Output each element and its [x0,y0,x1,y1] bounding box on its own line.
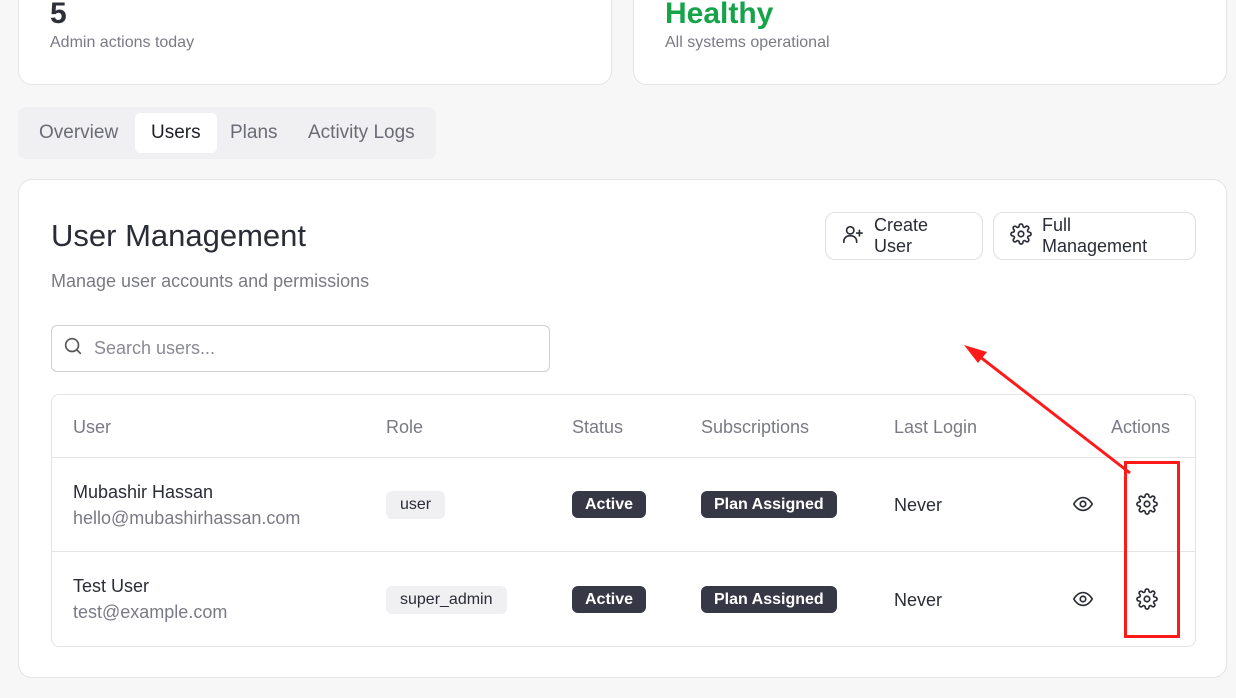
full-management-button[interactable]: Full Management [993,212,1196,260]
column-header-actions: Actions [1111,417,1171,437]
tab-plans[interactable]: Plans [214,113,294,153]
users-table: User Role Status Subscriptions Last Logi… [51,394,1196,647]
status-badge: Active [572,586,647,613]
search-icon [62,335,84,362]
create-user-label: Create User [874,215,929,256]
table-row: Mubashir Hassan hello@mubashirhassan.com… [52,458,1195,552]
column-header-last-login: Last Login [894,417,978,437]
stat-value: 5 [50,0,67,30]
stat-label: Admin actions today [50,34,195,51]
stat-label: All systems operational [665,34,830,51]
annotation-highlight-box [1124,461,1180,638]
eye-icon[interactable] [1072,588,1096,612]
column-header-role: Role [386,417,424,437]
eye-icon[interactable] [1072,493,1096,517]
gear-icon [1010,222,1032,250]
tab-overview[interactable]: Overview [23,113,134,153]
search-input[interactable] [94,338,534,359]
create-user-button[interactable]: Create User [825,212,983,260]
page-subtitle: Manage user accounts and permissions [51,271,370,291]
status-badge: Active [572,491,647,518]
stat-card-admin-actions: 5 Admin actions today [18,0,612,85]
user-name: Mubashir Hassan [73,482,214,502]
tab-users[interactable]: Users [135,113,217,153]
page-title: User Management [51,218,307,253]
column-header-subscriptions: Subscriptions [701,417,810,437]
role-badge: super_admin [386,586,507,614]
column-header-status: Status [572,417,624,437]
full-management-label: Full Management [1042,215,1148,256]
tab-bar: Overview Users Plans Activity Logs [18,107,436,159]
role-badge: user [386,491,446,519]
last-login: Never [894,495,943,515]
subscription-badge: Plan Assigned [701,491,837,518]
stat-value: Healthy [665,0,774,30]
user-name: Test User [73,576,150,596]
search-box [51,325,550,372]
tab-activity-logs[interactable]: Activity Logs [292,113,431,153]
column-header-user: User [73,417,112,437]
user-email: test@example.com [73,602,228,622]
subscription-badge: Plan Assigned [701,586,837,613]
user-email: hello@mubashirhassan.com [73,508,301,528]
last-login: Never [894,590,943,610]
user-management-panel: User Management Manage user accounts and… [18,179,1227,678]
stat-card-system-health: Healthy All systems operational [633,0,1227,85]
user-plus-icon [842,223,864,250]
table-row: Test User test@example.com super_admin A… [52,552,1195,646]
